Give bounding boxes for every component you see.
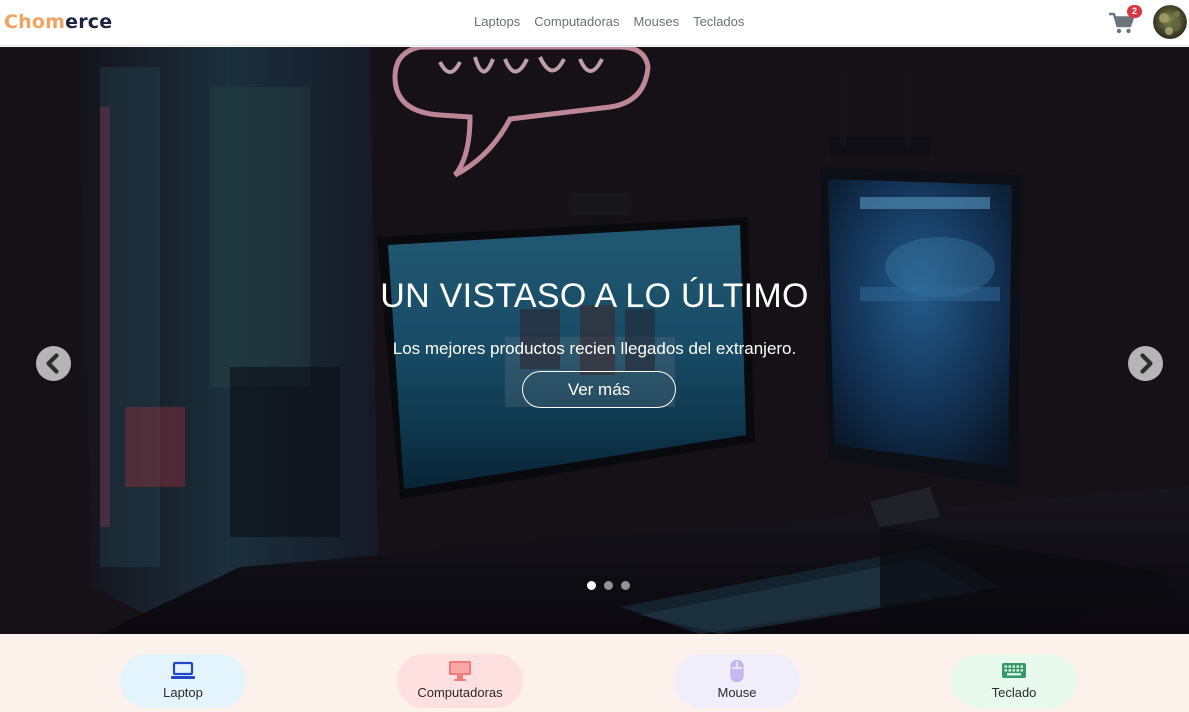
monitor-icon: [397, 660, 523, 682]
carousel-indicator-1[interactable]: [587, 581, 596, 590]
category-label: Teclado: [991, 685, 1037, 700]
category-label: Computadoras: [417, 685, 503, 700]
carousel-indicator-3[interactable]: [621, 581, 630, 590]
nav-link-computadoras[interactable]: Computadoras: [534, 14, 619, 29]
brand-logo-part1: Chom: [4, 11, 66, 33]
nav-link-teclados[interactable]: Teclados: [693, 14, 744, 29]
carousel-indicators: [587, 581, 630, 590]
hero-subtitle: Los mejores productos recien llegados de…: [392, 339, 797, 358]
carousel-next-button[interactable]: [1128, 346, 1163, 381]
category-label: Mouse: [717, 685, 757, 700]
navbar: Chomerce Laptops Computadoras Mouses Tec…: [0, 0, 1189, 46]
hero-title: UN VISTASO A LO ÚLTIMO: [380, 277, 809, 315]
carousel-prev-button[interactable]: [36, 346, 71, 381]
category-computadoras[interactable]: Computadoras: [397, 654, 523, 708]
chevron-right-icon: [1140, 353, 1153, 374]
mouse-icon: [674, 660, 800, 682]
keyboard-icon: [951, 660, 1077, 682]
hero-carousel: UN VISTASO A LO ÚLTIMO Los mejores produ…: [0, 47, 1189, 634]
category-laptop[interactable]: Laptop: [120, 654, 246, 708]
nav-link-mouses[interactable]: Mouses: [634, 14, 680, 29]
category-teclado[interactable]: Teclado: [951, 654, 1077, 708]
category-mouse[interactable]: Mouse: [674, 654, 800, 708]
cart-count-badge: 2: [1127, 5, 1142, 18]
brand-logo[interactable]: Chomerce: [4, 11, 112, 33]
user-avatar[interactable]: [1153, 5, 1187, 39]
category-label: Laptop: [163, 685, 203, 700]
chevron-left-icon: [46, 353, 59, 374]
carousel-indicator-2[interactable]: [604, 581, 613, 590]
nav-link-laptops[interactable]: Laptops: [474, 14, 520, 29]
categories-bar: Laptop Computadoras Mouse Teclado: [0, 634, 1189, 712]
ver-mas-button[interactable]: Ver más: [522, 371, 676, 408]
nav-links: Laptops Computadoras Mouses Teclados: [474, 14, 744, 29]
brand-logo-part2: erce: [65, 11, 113, 33]
laptop-icon: [120, 660, 246, 682]
